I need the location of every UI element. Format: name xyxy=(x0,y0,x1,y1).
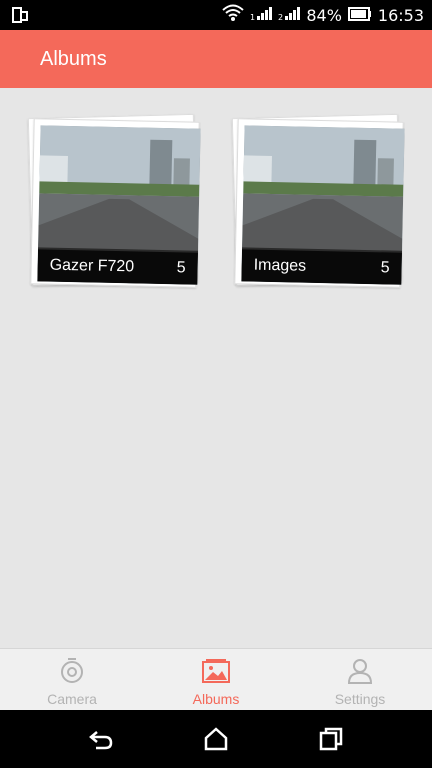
card-stack-front: Images 5 xyxy=(234,118,405,288)
album-count: 5 xyxy=(176,259,186,277)
album-label-bar: Images 5 xyxy=(241,249,402,285)
person-icon xyxy=(346,657,374,685)
image-icon xyxy=(202,657,230,685)
screen-mirror-icon xyxy=(12,7,28,28)
svg-text:2: 2 xyxy=(278,13,283,21)
clock: 16:53 xyxy=(377,5,424,25)
camera-icon xyxy=(58,657,86,685)
signal-1-icon: 1 xyxy=(250,5,273,25)
battery-icon xyxy=(347,6,372,25)
card-stack-front: Gazer F720 5 xyxy=(30,118,201,288)
album-name: Images xyxy=(253,256,307,275)
album-thumbnail: Images 5 xyxy=(241,125,405,285)
wifi-icon xyxy=(222,4,244,26)
signal-2-icon: 2 xyxy=(278,5,301,25)
tab-camera-label: Camera xyxy=(47,691,97,707)
page-title: Albums xyxy=(40,48,107,70)
album-card-images[interactable]: Images 5 xyxy=(231,113,405,288)
album-label-bar: Gazer F720 5 xyxy=(37,249,198,285)
tab-camera[interactable]: Camera xyxy=(0,649,144,711)
tab-settings[interactable]: Settings xyxy=(288,649,432,711)
svg-text:1: 1 xyxy=(250,13,255,21)
back-icon[interactable] xyxy=(88,726,114,752)
tab-albums-label: Albums xyxy=(192,691,240,707)
home-icon[interactable] xyxy=(203,726,229,752)
recents-icon[interactable] xyxy=(318,726,344,752)
status-bar: 1 2 84% 16:53 xyxy=(0,0,432,30)
system-nav-bar xyxy=(0,710,432,768)
tab-albums[interactable]: Albums xyxy=(144,649,288,711)
battery-percent: 84% xyxy=(306,5,342,25)
bottom-nav: Camera Albums Settings xyxy=(0,648,432,711)
album-card-gazer[interactable]: Gazer F720 5 xyxy=(27,113,201,288)
album-count: 5 xyxy=(380,259,390,277)
app-bar: Albums xyxy=(0,30,432,88)
album-name: Gazer F720 xyxy=(49,256,135,276)
album-thumbnail: Gazer F720 5 xyxy=(37,125,201,285)
tab-settings-label: Settings xyxy=(334,691,386,707)
